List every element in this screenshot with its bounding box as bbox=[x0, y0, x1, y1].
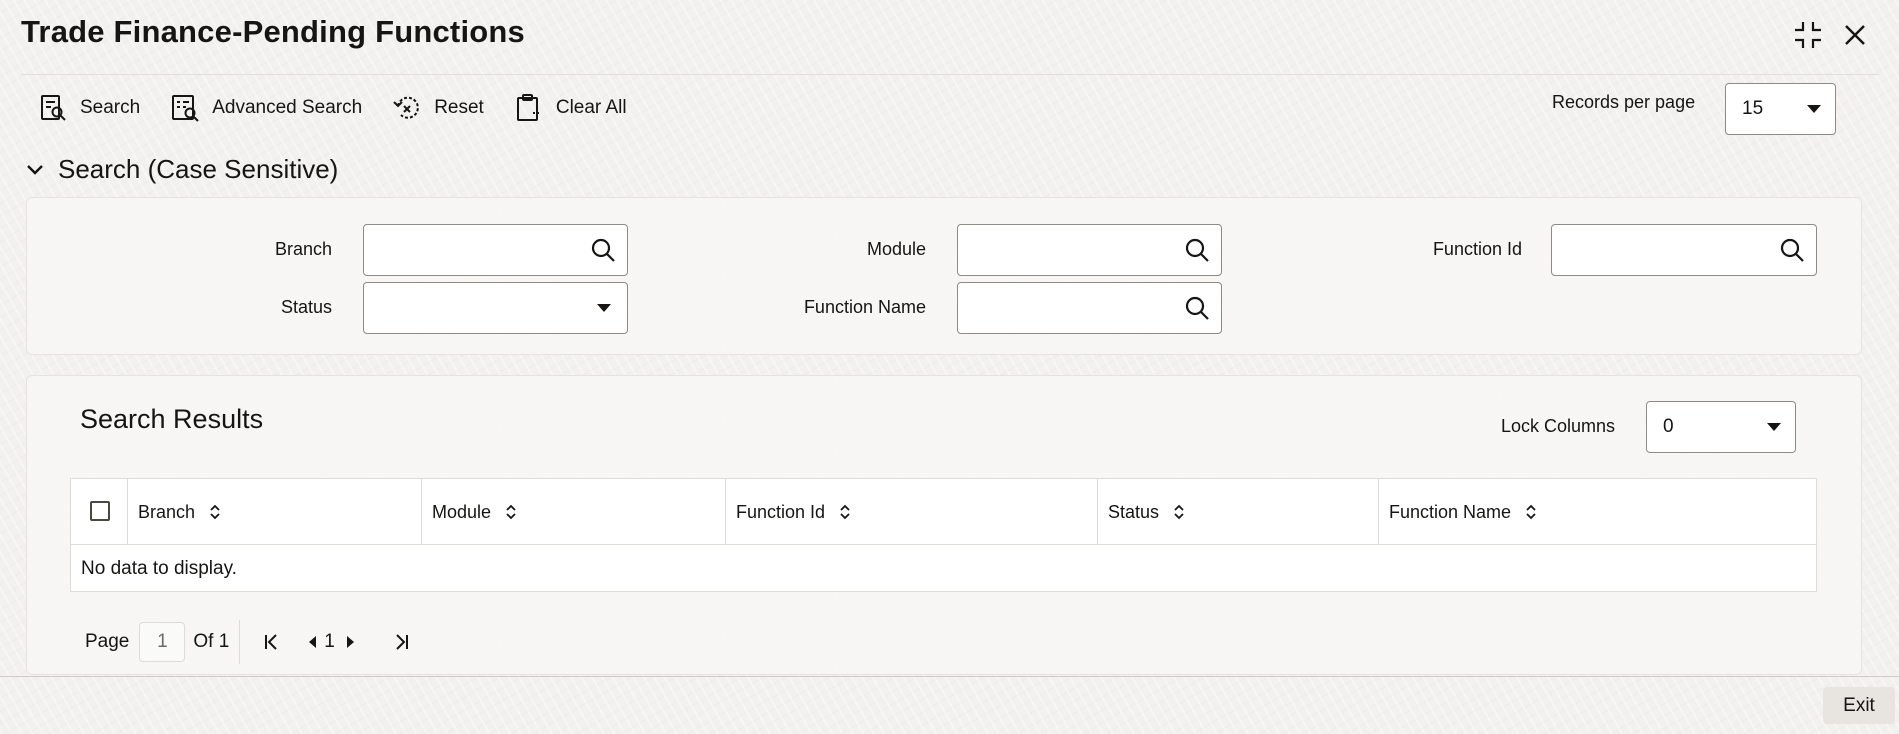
column-header-module[interactable]: Module bbox=[422, 479, 726, 545]
search-button[interactable]: Search bbox=[38, 93, 140, 123]
first-page-button[interactable] bbox=[262, 632, 282, 652]
function-name-input[interactable] bbox=[957, 282, 1222, 334]
table-header: Branch Module Function Id Status Functio… bbox=[71, 479, 1816, 545]
lock-columns-label: Lock Columns bbox=[1501, 416, 1616, 436]
search-doc-icon bbox=[41, 95, 66, 121]
function-id-label: Function Id bbox=[1432, 239, 1522, 259]
column-header-label: Module bbox=[432, 501, 492, 522]
sort-icon bbox=[1526, 504, 1536, 520]
column-header-label: Function Id bbox=[736, 501, 826, 522]
close-icon bbox=[1845, 25, 1865, 45]
page-title: Trade Finance-Pending Functions bbox=[21, 14, 525, 49]
search-icon bbox=[1780, 238, 1804, 262]
reset-label: Reset bbox=[434, 97, 484, 118]
chevron-down-icon bbox=[27, 164, 43, 175]
records-per-page-select[interactable]: 15 bbox=[1725, 83, 1836, 135]
last-page-icon bbox=[396, 634, 408, 650]
reset-icon bbox=[393, 96, 420, 119]
page-of-label: Of 1 bbox=[193, 631, 230, 652]
search-results-title: Search Results bbox=[80, 404, 264, 434]
function-name-label: Function Name bbox=[803, 297, 926, 317]
clipboard-icon bbox=[516, 94, 541, 121]
search-icon bbox=[591, 238, 615, 262]
page-number-input[interactable]: 1 bbox=[139, 622, 186, 662]
collapse-button[interactable] bbox=[1791, 18, 1825, 52]
records-per-page-label: Records per page bbox=[1552, 92, 1696, 112]
page-label: Page bbox=[85, 631, 130, 652]
branch-input[interactable] bbox=[363, 224, 628, 276]
search-criteria-panel bbox=[26, 197, 1862, 355]
sort-icon bbox=[1174, 504, 1184, 520]
title-divider bbox=[21, 74, 1879, 75]
results-table: Branch Module Function Id Status Functio… bbox=[70, 478, 1817, 592]
chevron-down-icon bbox=[1767, 423, 1781, 431]
column-header-function-name[interactable]: Function Name bbox=[1379, 479, 1816, 545]
collapse-icon bbox=[1795, 22, 1821, 48]
status-select[interactable] bbox=[363, 282, 628, 334]
column-header-label: Status bbox=[1108, 501, 1160, 522]
search-icon bbox=[1185, 238, 1209, 262]
advanced-search-button[interactable]: Advanced Search bbox=[170, 93, 362, 123]
column-header-branch[interactable]: Branch bbox=[128, 479, 422, 545]
search-button-label: Search bbox=[80, 97, 141, 118]
pagination-divider bbox=[239, 620, 241, 664]
select-all-checkbox[interactable] bbox=[90, 501, 110, 521]
search-section-toggle[interactable]: Search (Case Sensitive) bbox=[25, 154, 338, 185]
module-label: Module bbox=[866, 239, 926, 259]
close-button[interactable] bbox=[1838, 18, 1872, 52]
search-section-title: Search (Case Sensitive) bbox=[58, 154, 339, 184]
toolbar: Search Advanced Search Reset Clear All bbox=[38, 90, 657, 126]
clear-all-button[interactable]: Clear All bbox=[514, 93, 627, 123]
advanced-search-icon bbox=[172, 95, 199, 122]
function-id-input[interactable] bbox=[1551, 224, 1817, 276]
lock-columns-value: 0 bbox=[1663, 416, 1674, 437]
next-page-icon bbox=[346, 636, 354, 648]
chevron-down-icon bbox=[1807, 105, 1821, 113]
empty-table-message: No data to display. bbox=[81, 558, 237, 579]
current-page-number: 1 bbox=[324, 631, 335, 652]
module-input[interactable] bbox=[957, 224, 1222, 276]
select-all-cell bbox=[71, 479, 128, 545]
clear-all-label: Clear All bbox=[555, 97, 627, 118]
sort-icon bbox=[506, 504, 516, 520]
search-icon bbox=[1185, 296, 1209, 320]
column-header-label: Function Name bbox=[1389, 501, 1512, 522]
column-header-status[interactable]: Status bbox=[1098, 479, 1379, 545]
previous-page-icon bbox=[309, 636, 317, 648]
column-header-label: Branch bbox=[138, 501, 196, 522]
sort-icon bbox=[210, 504, 220, 520]
chevron-down-icon bbox=[597, 304, 611, 312]
sort-icon bbox=[840, 504, 850, 520]
first-page-icon bbox=[265, 634, 277, 650]
column-header-function-id[interactable]: Function Id bbox=[726, 479, 1098, 545]
last-page-button[interactable] bbox=[391, 632, 411, 652]
footer-divider bbox=[0, 676, 1899, 677]
status-label: Status bbox=[280, 297, 332, 317]
pagination: Page 1 Of 1 1 bbox=[85, 620, 423, 664]
next-page-button[interactable] bbox=[345, 634, 357, 650]
branch-label: Branch bbox=[274, 239, 332, 259]
advanced-search-label: Advanced Search bbox=[212, 97, 363, 118]
records-per-page-value: 15 bbox=[1742, 98, 1764, 119]
lock-columns-select[interactable]: 0 bbox=[1646, 401, 1796, 453]
previous-page-button[interactable] bbox=[306, 634, 318, 650]
reset-button[interactable]: Reset bbox=[392, 93, 484, 123]
exit-button[interactable]: Exit bbox=[1823, 687, 1895, 724]
